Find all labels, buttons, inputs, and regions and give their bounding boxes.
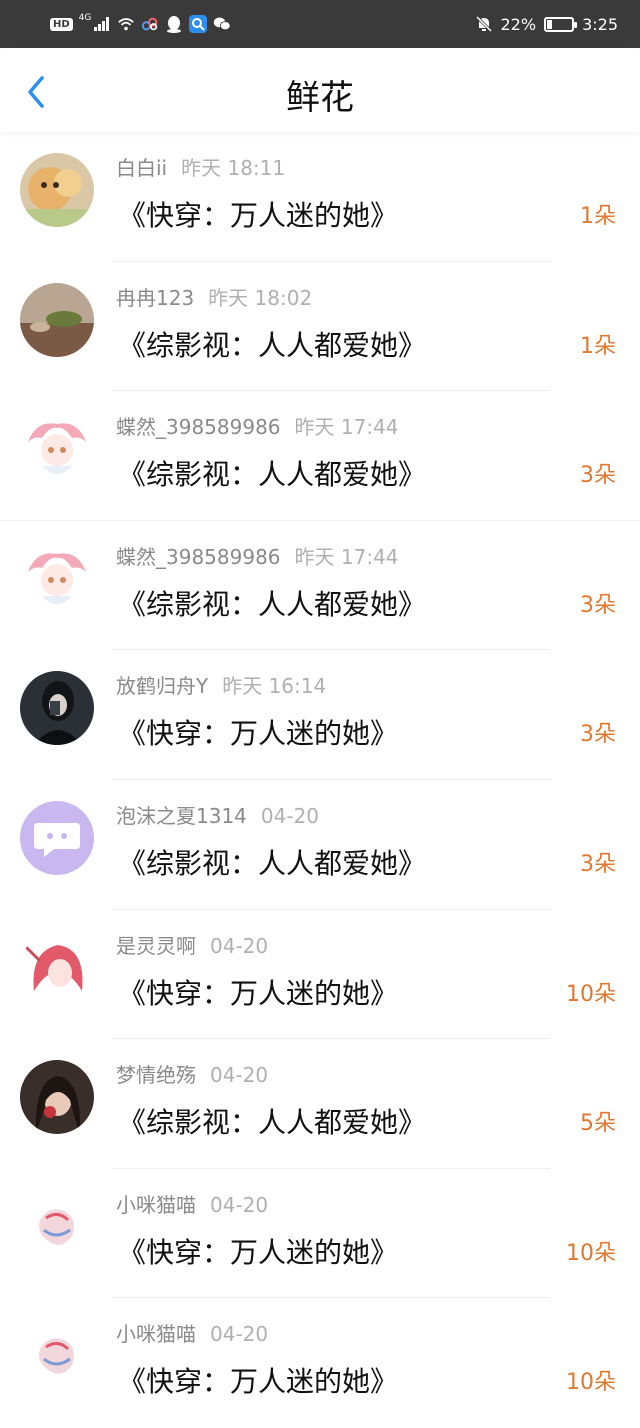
page-title: 鲜花 bbox=[286, 78, 354, 118]
flower-count: 3朵 bbox=[580, 463, 616, 489]
timestamp: 04-20 bbox=[260, 803, 320, 828]
timestamp: 04-20 bbox=[210, 1322, 269, 1347]
wifi-icon bbox=[117, 15, 135, 33]
avatar[interactable] bbox=[20, 282, 94, 357]
battery-level bbox=[547, 19, 553, 29]
flower-count: 10朵 bbox=[566, 981, 616, 1007]
book-title[interactable]: 《快穿：万人迷的她》 bbox=[118, 1360, 398, 1400]
username[interactable]: 小咪猫喵 bbox=[116, 1193, 196, 1217]
list-item-meta: 蝶然_398589986 昨天 17:44 bbox=[116, 541, 399, 570]
list-item-meta: 白白ii 昨天 18:11 bbox=[116, 152, 285, 181]
clock: 3:25 bbox=[582, 14, 618, 34]
flower-list: 白白ii 昨天 18:11 《快穿：万人迷的她》 1朵 冉冉123 昨天 18:02… bbox=[0, 132, 640, 1428]
flower-count: 1朵 bbox=[580, 204, 616, 229]
list-item[interactable]: 小咪猫喵 04-20 《快穿：万人迷的她》 10朵 bbox=[0, 1169, 640, 1299]
book-title[interactable]: 《综影视：人人都爱她》 bbox=[118, 583, 426, 623]
signal-icon bbox=[93, 15, 111, 33]
flower-count: 10朵 bbox=[566, 1370, 616, 1396]
timestamp: 昨天 18:11 bbox=[181, 156, 286, 180]
header: 鲜花 bbox=[0, 48, 640, 132]
book-title[interactable]: 《综影视：人人都爱她》 bbox=[118, 324, 426, 364]
list-item[interactable]: 蝶然_398589986 昨天 17:44 《综影视：人人都爱她》 3朵 bbox=[0, 521, 640, 651]
flower-count: 3朵 bbox=[580, 851, 616, 877]
list-item-meta: 小咪猫喵 04-20 bbox=[116, 1318, 268, 1347]
status-bar: HD 4G 22% 3:25 bbox=[0, 0, 640, 48]
username[interactable]: 蝶然_398589986 bbox=[116, 415, 281, 439]
username[interactable]: 梦情绝殇 bbox=[116, 1063, 196, 1087]
list-item[interactable]: 白白ii 昨天 18:11 《快穿：万人迷的她》 1朵 bbox=[0, 132, 640, 262]
username[interactable]: 小咪猫喵 bbox=[116, 1322, 196, 1346]
book-title[interactable]: 《综影视：人人都爱她》 bbox=[118, 1101, 426, 1141]
timestamp: 昨天 18:02 bbox=[208, 285, 313, 310]
list-item[interactable]: 泡沫之夏1314 04-20 《综影视：人人都爱她》 3朵 bbox=[0, 780, 640, 910]
flower-count: 5朵 bbox=[580, 1111, 616, 1137]
status-right: 22% 3:25 bbox=[475, 12, 618, 36]
avatar[interactable] bbox=[20, 412, 94, 487]
flower-count: 3朵 bbox=[580, 722, 616, 748]
avatar[interactable] bbox=[20, 1060, 94, 1135]
avatar[interactable] bbox=[20, 930, 94, 1005]
book-title[interactable]: 《快穿：万人迷的她》 bbox=[118, 712, 398, 752]
timestamp: 04-20 bbox=[210, 1192, 269, 1217]
avatar[interactable] bbox=[20, 671, 94, 746]
list-item[interactable]: 冉冉123 昨天 18:02 《综影视：人人都爱她》 1朵 bbox=[0, 262, 640, 392]
battery-percent: 22% bbox=[500, 14, 537, 34]
list-item[interactable]: 小咪猫喵 04-20 《快穿：万人迷的她》 10朵 bbox=[0, 1298, 640, 1428]
timestamp: 04-20 bbox=[210, 933, 269, 958]
username[interactable]: 白白ii bbox=[116, 156, 167, 180]
book-title[interactable]: 《快穿：万人迷的她》 bbox=[118, 972, 398, 1012]
timestamp: 昨天 17:44 bbox=[294, 415, 399, 440]
username[interactable]: 放鹤归舟Y bbox=[116, 674, 208, 698]
username[interactable]: 冉冉123 bbox=[116, 286, 194, 310]
list-item[interactable]: 放鹤归舟Y 昨天 16:14 《快穿：万人迷的她》 3朵 bbox=[0, 650, 640, 780]
flower-count: 10朵 bbox=[566, 1240, 616, 1266]
avatar[interactable] bbox=[20, 800, 94, 875]
list-item-meta: 是灵灵啊 04-20 bbox=[116, 930, 268, 959]
list-item[interactable]: 梦情绝殇 04-20 《综影视：人人都爱她》 5朵 bbox=[0, 1039, 640, 1169]
avatar[interactable] bbox=[20, 153, 94, 227]
avatar[interactable] bbox=[20, 1319, 94, 1394]
list-item[interactable]: 蝶然_398589986 昨天 17:44 《综影视：人人都爱她》 3朵 bbox=[0, 391, 640, 521]
book-title[interactable]: 《综影视：人人都爱她》 bbox=[118, 842, 426, 882]
list-item-meta: 泡沫之夏1314 04-20 bbox=[116, 800, 319, 829]
network-type: 4G bbox=[78, 12, 92, 23]
qq-icon bbox=[165, 15, 183, 33]
battery-tip bbox=[574, 21, 578, 28]
list-item-meta: 放鹤归舟Y 昨天 16:14 bbox=[116, 670, 326, 699]
hd-badge: HD bbox=[50, 17, 73, 31]
flower-count: 1朵 bbox=[580, 333, 616, 359]
timestamp: 昨天 17:44 bbox=[294, 544, 399, 569]
flower-count: 3朵 bbox=[580, 592, 616, 618]
username[interactable]: 蝶然_398589986 bbox=[116, 545, 281, 569]
cloud-app-icon bbox=[141, 15, 159, 33]
list-item-meta: 梦情绝殇 04-20 bbox=[116, 1059, 268, 1088]
avatar[interactable] bbox=[20, 1189, 94, 1264]
list-item-meta: 蝶然_398589986 昨天 17:44 bbox=[116, 411, 399, 440]
avatar[interactable] bbox=[20, 541, 94, 616]
status-left: HD 4G bbox=[50, 12, 231, 36]
search-app-icon bbox=[189, 15, 208, 33]
timestamp: 昨天 16:14 bbox=[222, 674, 327, 699]
timestamp: 04-20 bbox=[210, 1063, 269, 1088]
wechat-icon bbox=[213, 15, 231, 33]
book-title[interactable]: 《快穿：万人迷的她》 bbox=[118, 1231, 398, 1271]
list-item-meta: 冉冉123 昨天 18:02 bbox=[116, 282, 312, 311]
username[interactable]: 泡沫之夏1314 bbox=[116, 804, 247, 828]
list-item[interactable]: 是灵灵啊 04-20 《快穿：万人迷的她》 10朵 bbox=[0, 910, 640, 1040]
book-title[interactable]: 《快穿：万人迷的她》 bbox=[118, 194, 398, 234]
battery-icon bbox=[544, 16, 578, 32]
list-item-meta: 小咪猫喵 04-20 bbox=[116, 1189, 268, 1218]
username[interactable]: 是灵灵啊 bbox=[116, 934, 196, 958]
mute-bell-icon bbox=[475, 15, 493, 33]
book-title[interactable]: 《综影视：人人都爱她》 bbox=[118, 453, 426, 493]
